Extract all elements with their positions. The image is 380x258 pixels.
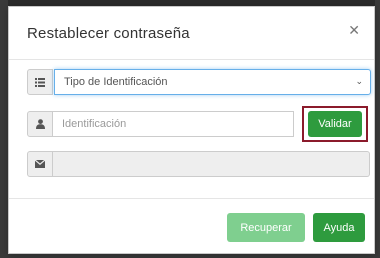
user-icon <box>35 119 45 129</box>
validate-button[interactable]: Validar <box>308 111 362 137</box>
id-number-field[interactable]: Identificación <box>53 111 294 137</box>
chevron-down-icon: ⌄ <box>355 77 363 87</box>
background-edge-right <box>375 0 380 258</box>
id-number-placeholder: Identificación <box>62 118 127 130</box>
id-number-row: Identificación Validar <box>27 106 370 142</box>
close-icon[interactable]: ✕ <box>348 23 360 39</box>
id-type-addon <box>27 69 53 95</box>
footer-divider <box>9 198 374 199</box>
email-field[interactable] <box>53 151 370 177</box>
background-edge-bottom <box>0 254 380 258</box>
modal-header: Restablecer contraseña ✕ <box>9 7 374 60</box>
help-button[interactable]: Ayuda <box>313 213 365 242</box>
reset-password-modal: Restablecer contraseña ✕ Tipo de Identif… <box>8 6 375 254</box>
recover-button[interactable]: Recuperar <box>227 213 305 242</box>
id-number-addon <box>27 111 53 137</box>
email-addon <box>27 151 53 177</box>
list-icon <box>35 77 45 87</box>
email-row <box>27 151 370 177</box>
id-type-row: Tipo de Identificación ⌄ <box>27 69 371 95</box>
id-type-select[interactable]: Tipo de Identificación ⌄ <box>54 69 371 95</box>
envelope-icon <box>35 160 45 168</box>
id-type-selected-value: Tipo de Identificación <box>64 76 168 88</box>
validate-highlight-frame: Validar <box>302 106 368 142</box>
background-edge-left <box>0 0 8 258</box>
modal-title: Restablecer contraseña <box>27 25 190 42</box>
